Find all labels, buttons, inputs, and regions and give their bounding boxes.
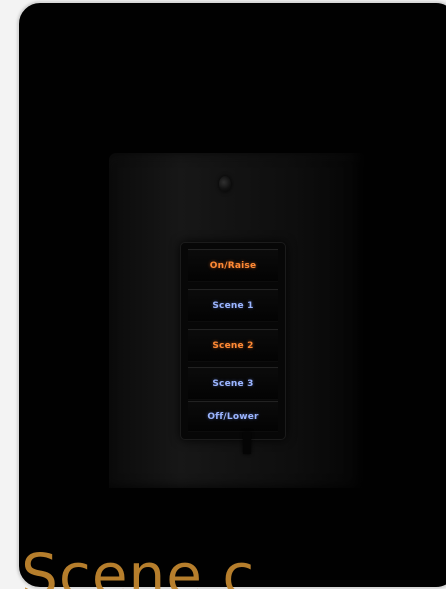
on-raise-button[interactable]: On/Raise	[188, 249, 278, 282]
off-lower-button[interactable]: Off/Lower	[188, 401, 278, 432]
screw-icon	[219, 176, 231, 192]
scene-3-label: Scene 3	[212, 378, 254, 389]
keypad-bottom-slot	[243, 432, 251, 454]
lighting-keypad: On/Raise Scene 1 Scene 2 Scene 3 Off/Low…	[173, 235, 295, 449]
scene-3-button[interactable]: Scene 3	[188, 367, 278, 400]
scene-2-label: Scene 2	[212, 340, 254, 351]
on-raise-label: On/Raise	[209, 260, 257, 271]
scene-1-label: Scene 1	[212, 300, 254, 311]
off-lower-label: Off/Lower	[207, 411, 259, 422]
photo-card: On/Raise Scene 1 Scene 2 Scene 3 Off/Low…	[18, 2, 446, 588]
bottom-caption: e Scene c	[0, 545, 256, 589]
scene-1-button[interactable]: Scene 1	[188, 289, 278, 322]
scene-2-button[interactable]: Scene 2	[188, 329, 278, 362]
image-frame: On/Raise Scene 1 Scene 2 Scene 3 Off/Low…	[0, 0, 446, 589]
